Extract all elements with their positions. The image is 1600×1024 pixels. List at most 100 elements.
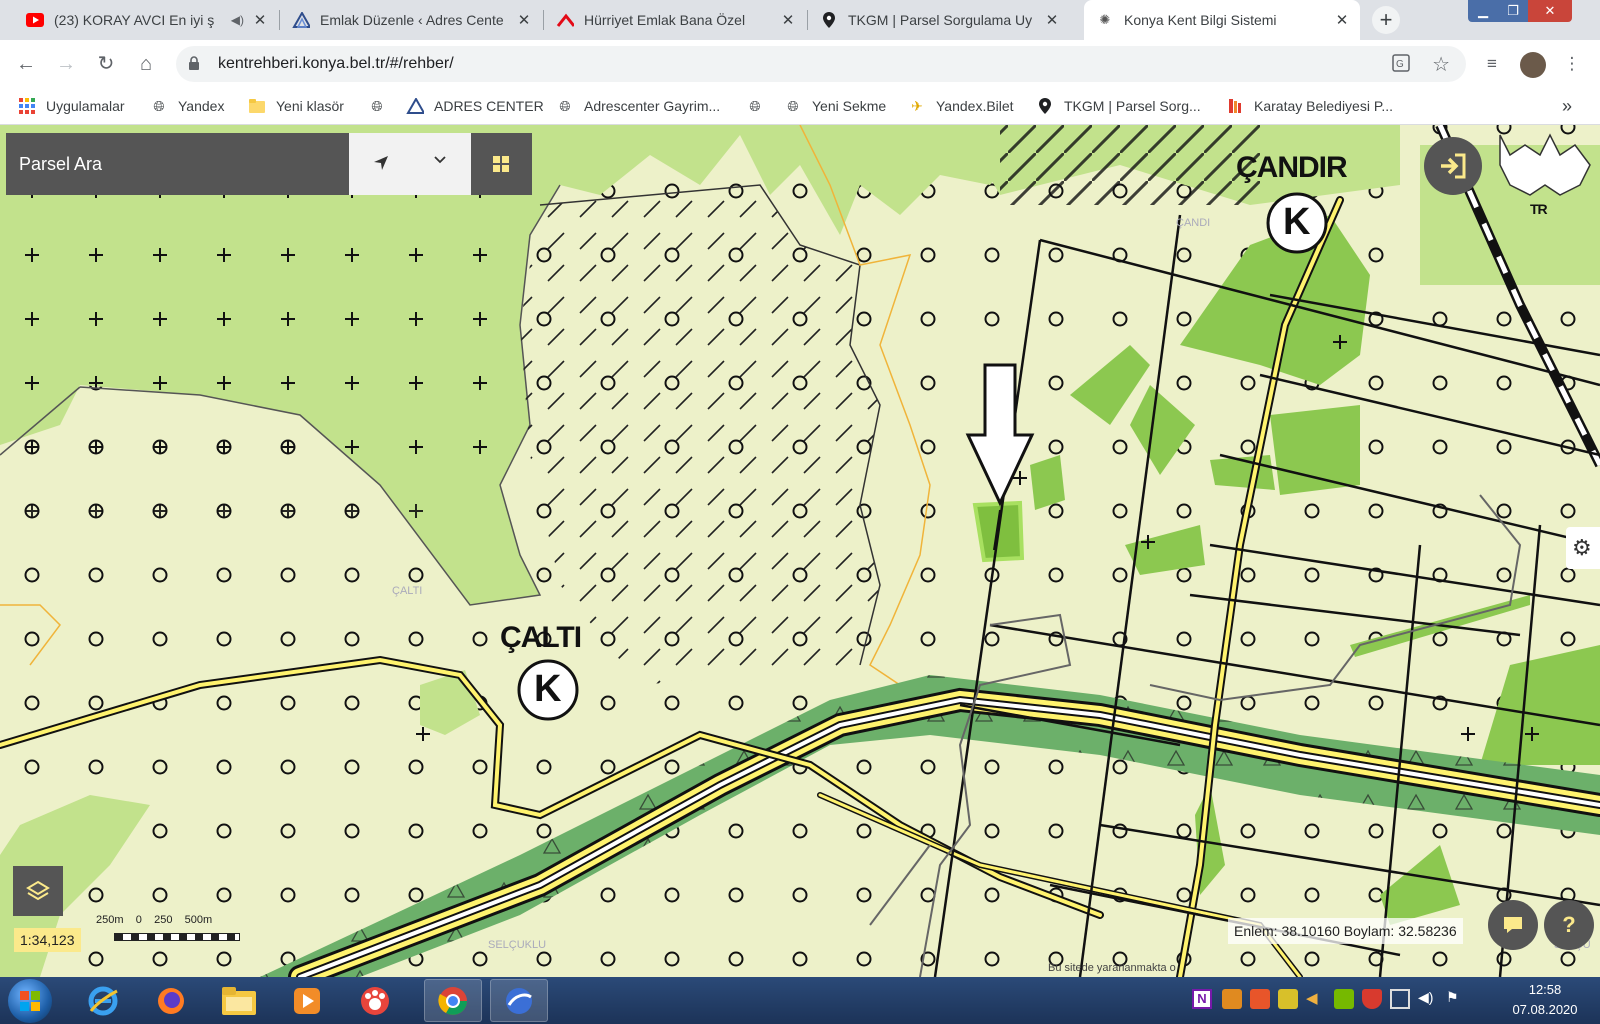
bookmark-label: Karatay Belediyesi P... [1254,98,1394,114]
bookmark-globe[interactable]: 🌐︎ [368,88,396,124]
bookmark-karatay[interactable]: Karatay Belediyesi P... [1226,88,1393,124]
reload-icon[interactable]: ↻ [92,50,120,78]
svg-text:G: G [1396,59,1404,70]
tab-emlak-duzenle[interactable]: Emlak Düzenle ‹ Adres Cente ✕ [280,0,542,40]
lock-icon[interactable] [188,55,206,73]
bookmark-adres-center[interactable]: ADRES CENTER [406,88,544,124]
onenote-tray-icon[interactable]: N [1192,989,1212,1009]
back-arrow-icon[interactable]: ← [12,50,40,78]
translate-icon[interactable]: G [1392,54,1410,75]
tools-tray-icon[interactable] [1278,989,1298,1009]
device-tray-icon[interactable] [1390,989,1410,1009]
google-earth-icon[interactable] [490,979,548,1022]
speaker-tray-icon[interactable]: ◀) [1418,989,1438,1009]
forward-arrow-icon[interactable]: → [52,50,80,78]
speaker-icon[interactable]: ◀) [231,13,244,27]
tab-hurriyet-emlak[interactable]: Hürriyet Emlak Bana Özel ✕ [544,0,806,40]
media-player-icon[interactable] [278,979,336,1022]
bookmark-label: Yandex [178,98,225,114]
bookmark-yeni-sekme[interactable]: 🌐︎ Yeni Sekme [784,88,886,124]
office-tray-icon[interactable] [1250,989,1270,1009]
emblem-label: TR [1530,201,1548,217]
tab-konya-kent[interactable]: ✺ Konya Kent Bilgi Sistemi ✕ [1084,0,1360,40]
bookmark-folder[interactable]: Yeni klasör [248,88,344,124]
scalebar [114,933,240,941]
tab-youtube[interactable]: (23) KORAY AVCI En iyi ş ◀) ✕ [14,0,278,40]
location-pin-icon [820,11,838,29]
layers-button[interactable] [13,866,63,916]
bookmark-adrescenter-gayrim[interactable]: 🌐︎ Adrescenter Gayrim... [556,88,720,124]
village-marker-candir: K [1283,201,1310,243]
place-label-candir-small: ÇANDI [1176,217,1211,229]
chrome-icon[interactable] [424,979,482,1022]
bookmark-yandex[interactable]: 🌐︎ Yandex [150,88,224,124]
gear-icon: ⚙ [1572,535,1592,560]
bookmark-label: ADRES CENTER [434,98,544,114]
chat-button[interactable] [1488,900,1538,950]
login-button[interactable] [1424,137,1482,195]
close-tab-icon[interactable]: ✕ [1040,11,1064,29]
nvidia-tray-icon[interactable] [1334,989,1354,1009]
location-selector[interactable] [349,133,471,195]
tab-tkgm[interactable]: TKGM | Parsel Sorgulama Uy ✕ [808,0,1070,40]
bookmark-globe-2[interactable]: 🌐︎ [746,88,774,124]
security-shield-tray-icon[interactable] [1362,989,1382,1009]
menu-grid-button[interactable] [471,133,532,195]
tab-title: TKGM | Parsel Sorgulama Uy [848,12,1033,28]
youtube-icon [26,11,44,29]
close-tab-icon[interactable]: ✕ [512,11,536,29]
apps-grid-icon [18,97,36,115]
globe-icon: 🌐︎ [787,97,799,114]
start-button[interactable] [8,979,52,1023]
bookmark-tkgm[interactable]: TKGM | Parsel Sorg... [1036,88,1201,124]
briefcase-tray-icon[interactable] [1222,989,1242,1009]
place-label-calti: ÇALTI [500,621,582,654]
bookmark-star-icon[interactable]: ☆ [1432,52,1450,77]
bookmark-yandex-bilet[interactable]: ✈ Yandex.Bilet [908,88,1014,124]
close-tab-icon[interactable]: ✕ [776,11,800,29]
action-center-flag-icon[interactable]: ⚑ [1446,989,1466,1009]
url-text: kentrehberi.konya.bel.tr/#/rehber/ [218,55,454,72]
browser-toolbar: ← → ↻ ⌂ kentrehberi.konya.bel.tr/#/rehbe… [0,40,1600,88]
scalebar-labels: 250m 0 250 500m [96,914,213,926]
bookmark-label: Uygulamalar [46,98,125,114]
windows-logo-icon [20,991,40,1016]
tab-strip: (23) KORAY AVCI En iyi ş ◀) ✕ Emlak Düze… [0,0,1600,40]
profile-avatar[interactable] [1520,52,1546,78]
paw-app-icon[interactable] [346,979,404,1022]
close-window-button[interactable]: ✕ [1528,0,1572,22]
media-control-icon[interactable]: ≡ [1480,52,1504,76]
coordinates-readout: Enlem: 38.10160 Boylam: 32.58236 [1228,918,1463,944]
hurriyet-emlak-icon [556,11,574,29]
firefox-icon[interactable] [142,979,200,1022]
explorer-folder-icon[interactable] [210,979,268,1022]
plane-icon: ✈ [911,97,923,114]
address-bar[interactable]: kentrehberi.konya.bel.tr/#/rehber/ G ☆ [176,46,1466,82]
bookmark-apps[interactable]: Uygulamalar [18,88,125,124]
ie-icon[interactable] [74,979,132,1022]
village-marker-calti: K [534,668,561,710]
close-tab-icon[interactable]: ✕ [248,11,272,29]
bookmarks-overflow-button[interactable]: » [1562,88,1572,124]
home-icon[interactable]: ⌂ [132,50,160,78]
clock-date: 07.08.2020 [1512,1002,1578,1017]
map-canvas[interactable]: ÇANDIR ÇALTI K K ÇALTI ÇANDI SELÇUKLU SE… [0,125,1600,977]
globe-icon: 🌐︎ [749,97,761,114]
bookmark-label: Adrescenter Gayrim... [584,98,721,114]
tab-title: Konya Kent Bilgi Sistemi [1124,12,1277,28]
volume-tray-icon[interactable]: ◀ [1306,989,1326,1009]
settings-button[interactable]: ⚙ [1566,527,1600,569]
scale-ratio: 1:34,123 [14,928,81,952]
bookmark-label: Yeni Sekme [812,98,887,114]
close-tab-icon[interactable]: ✕ [1330,11,1354,29]
menu-dots-icon[interactable]: ⋮ [1560,52,1584,76]
bookmark-label: Yandex.Bilet [936,98,1014,114]
minimize-button[interactable]: ▁ [1468,0,1498,22]
restore-button[interactable]: ❐ [1498,0,1528,22]
zoning-map[interactable] [0,125,1600,977]
parcel-search-input[interactable]: Parsel Ara [6,133,349,195]
help-button[interactable]: ? [1544,900,1594,950]
new-tab-button[interactable]: + [1372,6,1400,34]
adres-center-icon [292,11,310,29]
system-clock[interactable]: 12:58 07.08.2020 [1500,980,1590,1020]
